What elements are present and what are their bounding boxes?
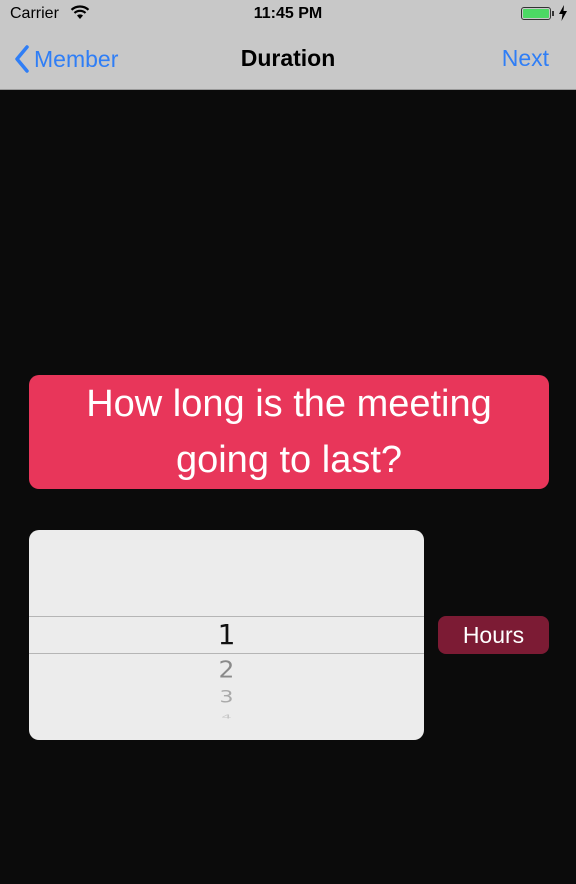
picker-option-selected[interactable]: 1 <box>29 618 424 651</box>
picker-selection-top-line <box>29 616 424 617</box>
battery-icon <box>521 7 551 20</box>
charging-bolt-icon <box>559 5 567 21</box>
picker-option[interactable]: 2 <box>29 656 424 683</box>
picker-option[interactable]: 4 <box>29 713 424 720</box>
duration-picker[interactable]: 1 2 3 4 <box>29 530 424 740</box>
picker-option[interactable]: 3 <box>29 688 424 707</box>
next-button[interactable]: Next <box>502 45 549 72</box>
unit-badge: Hours <box>438 616 549 654</box>
battery-tip <box>552 11 554 16</box>
question-text: How long is the meeting going to last? <box>86 383 492 481</box>
question-card: How long is the meeting going to last? <box>29 375 549 489</box>
status-bar: Carrier 11:45 PM <box>0 0 576 30</box>
unit-label: Hours <box>462 621 525 648</box>
clock: 11:45 PM <box>253 5 323 22</box>
picker-selection-bottom-line <box>29 653 424 654</box>
page-title: Duration <box>240 45 336 71</box>
navigation-bar: Member Duration Next <box>0 30 576 90</box>
